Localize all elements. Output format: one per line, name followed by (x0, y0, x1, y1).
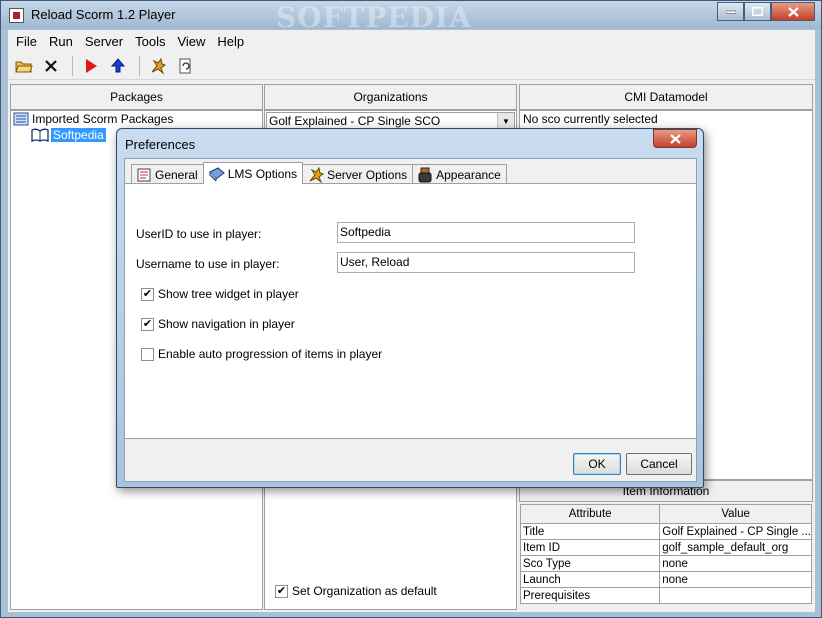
open-button[interactable] (12, 55, 36, 77)
close-icon (787, 6, 799, 17)
attribute-cell: Launch (519, 571, 661, 588)
value-cell (659, 587, 812, 604)
table-row[interactable]: Item ID golf_sample_default_org (519, 539, 812, 556)
refresh-icon (179, 58, 191, 73)
organizations-header: Organizations (264, 84, 517, 110)
set-default-check[interactable]: ✔ (275, 584, 288, 598)
menu-view[interactable]: View (171, 34, 211, 49)
attribute-cell: Title (519, 523, 661, 540)
lms-options-page: UserID to use in player: Softpedia Usern… (125, 183, 696, 439)
username-label: Username to use in player: (136, 257, 280, 271)
minimize-icon (725, 10, 736, 14)
value-cell: none (659, 555, 812, 572)
auto-progression-checkbox[interactable]: Enable auto progression of items in play… (141, 347, 382, 361)
tab-appearance-label: Appearance (436, 167, 501, 182)
auto-progression-check[interactable] (141, 347, 154, 361)
menu-help[interactable]: Help (211, 34, 250, 49)
ok-button[interactable]: OK (573, 453, 621, 475)
tab-server-options-label: Server Options (327, 167, 408, 182)
tomcat-icon (309, 166, 325, 183)
run-button[interactable] (79, 55, 103, 77)
play-icon (86, 58, 97, 73)
toolbar-separator (139, 55, 140, 76)
attribute-cell: Sco Type (519, 555, 661, 572)
tab-appearance[interactable]: Appearance (412, 164, 507, 184)
tab-lms-options-label: LMS Options (227, 166, 298, 181)
value-cell: none (659, 571, 812, 588)
column-header-attribute[interactable]: Attribute (519, 504, 661, 524)
general-icon (137, 168, 151, 181)
tree-root-label: Imported Scorm Packages (32, 112, 174, 126)
open-folder-icon (15, 61, 33, 72)
tomcat-icon (151, 57, 167, 75)
tab-general-label: General (155, 167, 198, 182)
book-icon (208, 166, 225, 181)
toolbar (8, 52, 815, 80)
show-tree-check[interactable]: ✔ (141, 287, 154, 301)
table-row[interactable]: Prerequisites (519, 587, 812, 604)
close-icon (669, 133, 681, 144)
upload-button[interactable] (106, 55, 130, 77)
table-row[interactable]: Title Golf Explained - CP Single ... (519, 523, 812, 540)
tab-general[interactable]: General (131, 164, 204, 184)
close-button[interactable] (771, 2, 815, 21)
menu-file[interactable]: File (10, 34, 43, 49)
value-cell: golf_sample_default_org (659, 539, 812, 556)
organization-select-value: Golf Explained - CP Single SCO (269, 114, 441, 128)
menu-run[interactable]: Run (43, 34, 79, 49)
show-navigation-checkbox[interactable]: ✔ Show navigation in player (141, 317, 295, 331)
cmi-status: No sco currently selected (523, 112, 658, 126)
delete-icon (45, 59, 57, 72)
item-info-table: Attribute Value Title Golf Explained - CP… (519, 504, 812, 604)
app-icon (9, 8, 24, 23)
preferences-dialog: Preferences General LMS Options Server O… (116, 128, 704, 488)
set-default-checkbox[interactable]: ✔ Set Organization as default (275, 584, 437, 598)
arrow-up-icon (110, 57, 126, 72)
server-button[interactable] (146, 55, 170, 77)
tab-lms-options[interactable]: LMS Options (202, 162, 304, 184)
dialog-close-button[interactable] (653, 129, 697, 148)
tab-server-options[interactable]: Server Options (302, 164, 414, 184)
table-row[interactable]: Sco Type none (519, 555, 812, 572)
window-title: Reload Scorm 1.2 Player (31, 7, 176, 22)
userid-label: UserID to use in player: (136, 227, 262, 241)
show-tree-checkbox[interactable]: ✔ Show tree widget in player (141, 287, 299, 301)
package-list-icon (13, 112, 29, 126)
column-header-value[interactable]: Value (659, 504, 812, 524)
maximize-icon (752, 7, 763, 16)
show-navigation-check[interactable]: ✔ (141, 317, 154, 331)
cmi-header: CMI Datamodel (519, 84, 813, 110)
auto-progression-label: Enable auto progression of items in play… (158, 347, 383, 361)
book-icon (31, 128, 49, 142)
tree-root[interactable]: Imported Scorm Packages (13, 112, 173, 126)
packages-header: Packages (10, 84, 263, 110)
table-row[interactable]: Launch none (519, 571, 812, 588)
dialog-title: Preferences (125, 137, 196, 152)
set-default-label: Set Organization as default (292, 584, 437, 598)
attribute-cell: Prerequisites (519, 587, 661, 604)
menu-server[interactable]: Server (79, 34, 129, 49)
tree-item-package[interactable]: Softpedia (31, 128, 106, 142)
value-cell: Golf Explained - CP Single ... (659, 523, 812, 540)
tab-strip: General LMS Options Server Options Appea… (131, 162, 507, 184)
show-tree-label: Show tree widget in player (158, 287, 299, 301)
username-field[interactable]: User, Reload (337, 252, 635, 273)
tree-item-label: Softpedia (51, 128, 106, 142)
paint-icon (418, 167, 432, 182)
delete-button[interactable] (39, 55, 63, 77)
maximize-button[interactable] (744, 2, 771, 21)
attribute-cell: Item ID (519, 539, 661, 556)
menu-bar: File Run Server Tools View Help (8, 30, 815, 52)
toolbar-separator (72, 55, 73, 76)
show-navigation-label: Show navigation in player (158, 317, 295, 331)
dialog-body: General LMS Options Server Options Appea… (124, 158, 697, 482)
minimize-button[interactable] (717, 2, 744, 21)
menu-tools[interactable]: Tools (129, 34, 171, 49)
title-bar[interactable]: Reload Scorm 1.2 Player SOFTPEDIA (1, 1, 821, 34)
refresh-button[interactable] (173, 55, 197, 77)
cancel-button[interactable]: Cancel (626, 453, 692, 475)
userid-field[interactable]: Softpedia (337, 222, 635, 243)
